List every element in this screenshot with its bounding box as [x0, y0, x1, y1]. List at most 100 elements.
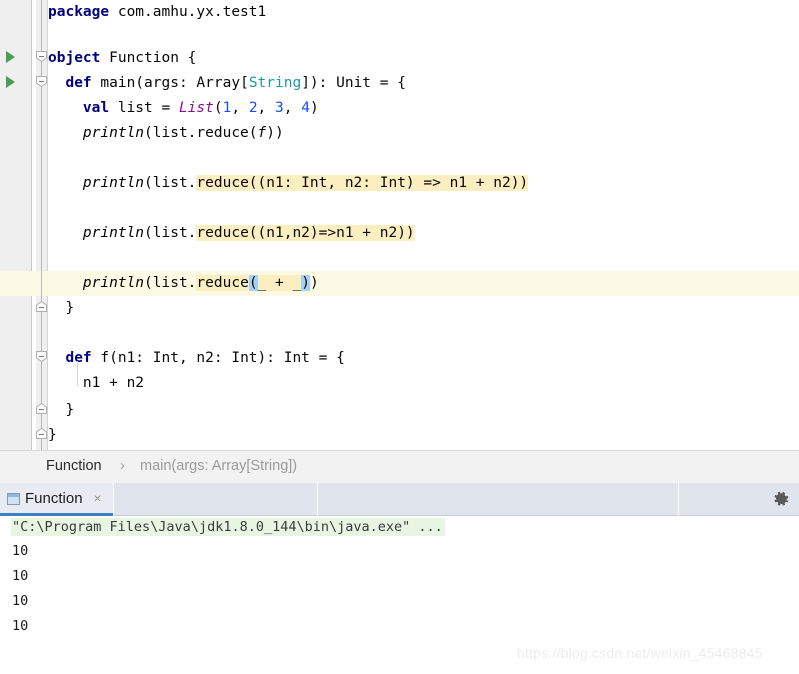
- code-line[interactable]: package com.amhu.yx.test1: [0, 0, 799, 25]
- console-window-icon: [7, 493, 20, 505]
- console-output-line: 10: [12, 543, 29, 559]
- code-line-text: def main(args: Array[String]): Unit = {: [48, 71, 406, 96]
- code-line[interactable]: [0, 321, 799, 346]
- code-line[interactable]: }: [0, 296, 799, 321]
- tabbar-divider: [678, 483, 679, 516]
- code-token: 2: [248, 100, 258, 116]
- console-command-line: "C:\Program Files\Java\jdk1.8.0_144\bin\…: [11, 518, 445, 536]
- code-token: println: [82, 275, 145, 291]
- code-token: list =: [117, 100, 179, 116]
- code-line-text: println(list.reduce((n1: Int, n2: Int) =…: [48, 171, 529, 196]
- code-token: List: [178, 100, 214, 116]
- code-token: String: [248, 75, 302, 91]
- fold-end-icon[interactable]: [36, 428, 47, 439]
- run-triangle-icon[interactable]: [6, 76, 15, 88]
- code-line[interactable]: def f(n1: Int, n2: Int): Int = {: [0, 346, 799, 371]
- code-token: (list.reduce(: [144, 125, 258, 141]
- code-line[interactable]: def main(args: Array[String]): Unit = {: [0, 71, 799, 96]
- code-token: ): [309, 100, 319, 116]
- tabbar-divider: [113, 483, 114, 516]
- code-line[interactable]: }: [0, 423, 799, 448]
- code-token: Array: [196, 75, 241, 91]
- code-line-text: object Function {: [48, 46, 196, 71]
- code-token: (list.: [144, 275, 197, 291]
- code-token-highlighted: ): [301, 275, 310, 291]
- code-line[interactable]: val list = List(1, 2, 3, 4): [0, 96, 799, 121]
- code-token: [: [240, 75, 249, 91]
- breadcrumb-leaf[interactable]: main(args: Array[String]): [140, 458, 297, 474]
- tabbar-divider: [317, 483, 318, 516]
- watermark: https://blog.csdn.net/weixin_45468845: [517, 645, 763, 661]
- code-token-highlighted: reduce: [196, 275, 249, 291]
- code-line-text: }: [48, 398, 74, 423]
- code-token: }: [48, 402, 75, 418]
- code-token-highlighted: (: [248, 275, 258, 291]
- run-tabbar: Function ×: [0, 483, 799, 516]
- breadcrumb[interactable]: Function › main(args: Array[String]): [0, 450, 799, 483]
- code-token: Function {: [109, 50, 197, 66]
- code-lines[interactable]: package com.amhu.yx.test1 object Function…: [0, 0, 799, 450]
- code-line-text: package com.amhu.yx.test1: [48, 0, 266, 25]
- code-line[interactable]: n1 + n2: [0, 371, 799, 396]
- breadcrumb-root[interactable]: Function: [46, 458, 102, 474]
- code-token: }: [48, 427, 57, 443]
- fold-expanded-icon[interactable]: [36, 76, 47, 87]
- code-token: }: [48, 300, 75, 316]
- code-token-highlighted: reduce((n1,n2)=>n1 + n2)): [196, 225, 415, 241]
- code-line-text: }: [48, 296, 74, 321]
- code-line[interactable]: println(list.reduce(_ + _)): [0, 271, 799, 296]
- fold-expanded-icon[interactable]: [36, 51, 47, 62]
- code-token: ]): Unit = {: [301, 75, 406, 91]
- code-token: println: [82, 125, 145, 141]
- code-line[interactable]: println(list.reduce(f)): [0, 121, 799, 146]
- ide-window: package com.amhu.yx.test1 object Function…: [0, 0, 799, 674]
- code-line[interactable]: [0, 146, 799, 171]
- tab-function[interactable]: Function ×: [0, 483, 113, 516]
- code-line[interactable]: println(list.reduce((n1: Int, n2: Int) =…: [0, 171, 799, 196]
- indent-guide: [77, 361, 78, 386]
- code-token: (list.: [144, 175, 197, 191]
- console-output-line: 10: [12, 568, 29, 584]
- code-line[interactable]: [0, 246, 799, 271]
- code-line[interactable]: }: [0, 398, 799, 423]
- code-line[interactable]: object Function {: [0, 46, 799, 71]
- code-token: package: [48, 4, 118, 20]
- code-token-highlighted: reduce((n1: Int, n2: Int) => n1 + n2)): [196, 175, 529, 191]
- fold-expanded-icon[interactable]: [36, 351, 47, 362]
- code-token: f(n1: Int, n2: Int): Int = {: [100, 350, 345, 366]
- code-token: f: [257, 125, 267, 141]
- code-token: object: [48, 50, 110, 66]
- code-line-text: println(list.reduce(f)): [48, 121, 284, 146]
- code-token: (list.: [144, 225, 197, 241]
- code-token: val: [82, 100, 118, 116]
- fold-end-icon[interactable]: [36, 301, 47, 312]
- code-line-text: def f(n1: Int, n2: Int): Int = {: [48, 346, 345, 371]
- console-output-line: 10: [12, 618, 29, 634]
- code-token: main(args:: [100, 75, 197, 91]
- code-token: println: [82, 225, 145, 241]
- code-token: n1 + n2: [48, 375, 145, 391]
- fold-end-icon[interactable]: [36, 403, 47, 414]
- fold-rail-line: [41, 0, 42, 450]
- gear-icon[interactable]: [773, 491, 790, 508]
- close-icon[interactable]: ×: [91, 491, 104, 505]
- code-token: ,: [257, 100, 276, 116]
- code-line-text: println(list.reduce((n1,n2)=>n1 + n2)): [48, 221, 415, 246]
- code-line[interactable]: println(list.reduce((n1,n2)=>n1 + n2)): [0, 221, 799, 246]
- code-editor[interactable]: package com.amhu.yx.test1 object Function…: [0, 0, 799, 450]
- code-token: ,: [283, 100, 302, 116]
- code-line[interactable]: [0, 196, 799, 221]
- code-line-text: }: [48, 423, 57, 448]
- code-token: 4: [301, 100, 310, 116]
- code-token: def: [65, 75, 101, 91]
- code-token: (: [213, 100, 223, 116]
- code-line-text: println(list.reduce(_ + _)): [48, 271, 319, 296]
- code-line-text: val list = List(1, 2, 3, 4): [48, 96, 319, 121]
- code-line-text: n1 + n2: [48, 371, 144, 396]
- run-triangle-icon[interactable]: [6, 51, 15, 63]
- code-token: ): [309, 275, 319, 291]
- code-token: def: [65, 350, 101, 366]
